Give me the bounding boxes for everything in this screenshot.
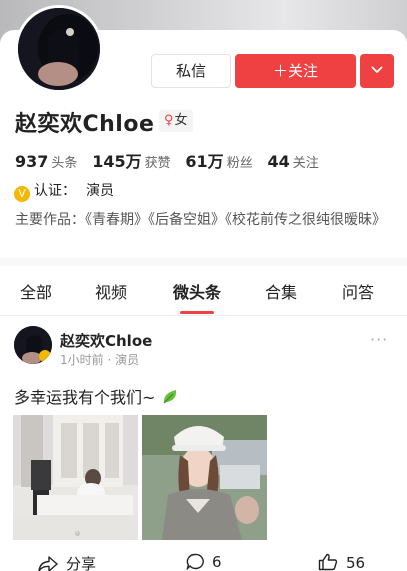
share-icon	[38, 556, 58, 571]
main-works: 主要作品：《青春期》《后备空姐》《校花前传之很纯很暧昧》	[15, 212, 386, 228]
post-actions: 分享 6 56	[0, 548, 407, 571]
gender-label: 女	[174, 113, 188, 128]
stat-followers[interactable]: 61万 粉丝	[185, 152, 262, 171]
verified-icon: V	[14, 186, 30, 202]
verification-info: V 认证： 演员	[14, 180, 114, 202]
tab-qa[interactable]: 问答	[342, 279, 374, 303]
post-image-1[interactable]: @	[13, 415, 138, 540]
profile-name: 赵奕欢Chloe	[15, 112, 155, 137]
chevron-down-icon	[371, 66, 383, 74]
post-more-button[interactable]: ···	[370, 330, 388, 349]
verification-label: 认证：	[34, 183, 76, 199]
female-icon: ♀	[164, 113, 174, 128]
leaf-emoji-icon	[163, 390, 176, 404]
post-text-content: 多幸运我有个我们~	[14, 388, 156, 407]
profile-stats: 937 头条 145万 获赞 61万 粉丝 44 关注	[15, 148, 329, 172]
follow-button[interactable]: ＋关注	[235, 54, 356, 88]
comment-icon	[186, 553, 204, 571]
comment-count: 6	[212, 553, 222, 571]
gender-badge: ♀女	[159, 110, 193, 132]
tab-video[interactable]: 视频	[95, 279, 127, 303]
like-button[interactable]: 56	[318, 553, 365, 571]
post-meta: 1小时前 · 演员	[60, 353, 140, 367]
share-button[interactable]: 分享	[38, 553, 96, 571]
comment-button[interactable]: 6	[186, 553, 222, 571]
svg-text:@: @	[75, 531, 80, 537]
message-button[interactable]: 私信	[151, 54, 231, 88]
verification-value: 演员	[86, 183, 114, 199]
stat-following[interactable]: 44 关注	[267, 152, 328, 171]
post-text: 多幸运我有个我们~	[14, 384, 179, 408]
share-label: 分享	[66, 555, 97, 571]
tab-all[interactable]: 全部	[20, 279, 52, 303]
stat-posts[interactable]: 937 头条	[15, 152, 87, 171]
stat-likes: 145万 获赞	[92, 152, 171, 171]
active-tab-indicator	[180, 311, 214, 314]
content-tabs: 全部 视频 微头条 合集 问答	[0, 266, 407, 316]
section-divider	[0, 258, 407, 266]
post-image-2[interactable]	[142, 415, 267, 540]
thumbs-up-icon	[318, 553, 338, 571]
more-options-button[interactable]	[360, 54, 394, 88]
tab-collection[interactable]: 合集	[265, 279, 297, 303]
post-author-avatar[interactable]	[14, 326, 52, 364]
avatar[interactable]	[15, 5, 103, 93]
like-count: 56	[346, 554, 366, 571]
post-author-name[interactable]: 赵奕欢Chloe	[60, 330, 152, 351]
tab-micro-headline[interactable]: 微头条	[173, 279, 221, 303]
